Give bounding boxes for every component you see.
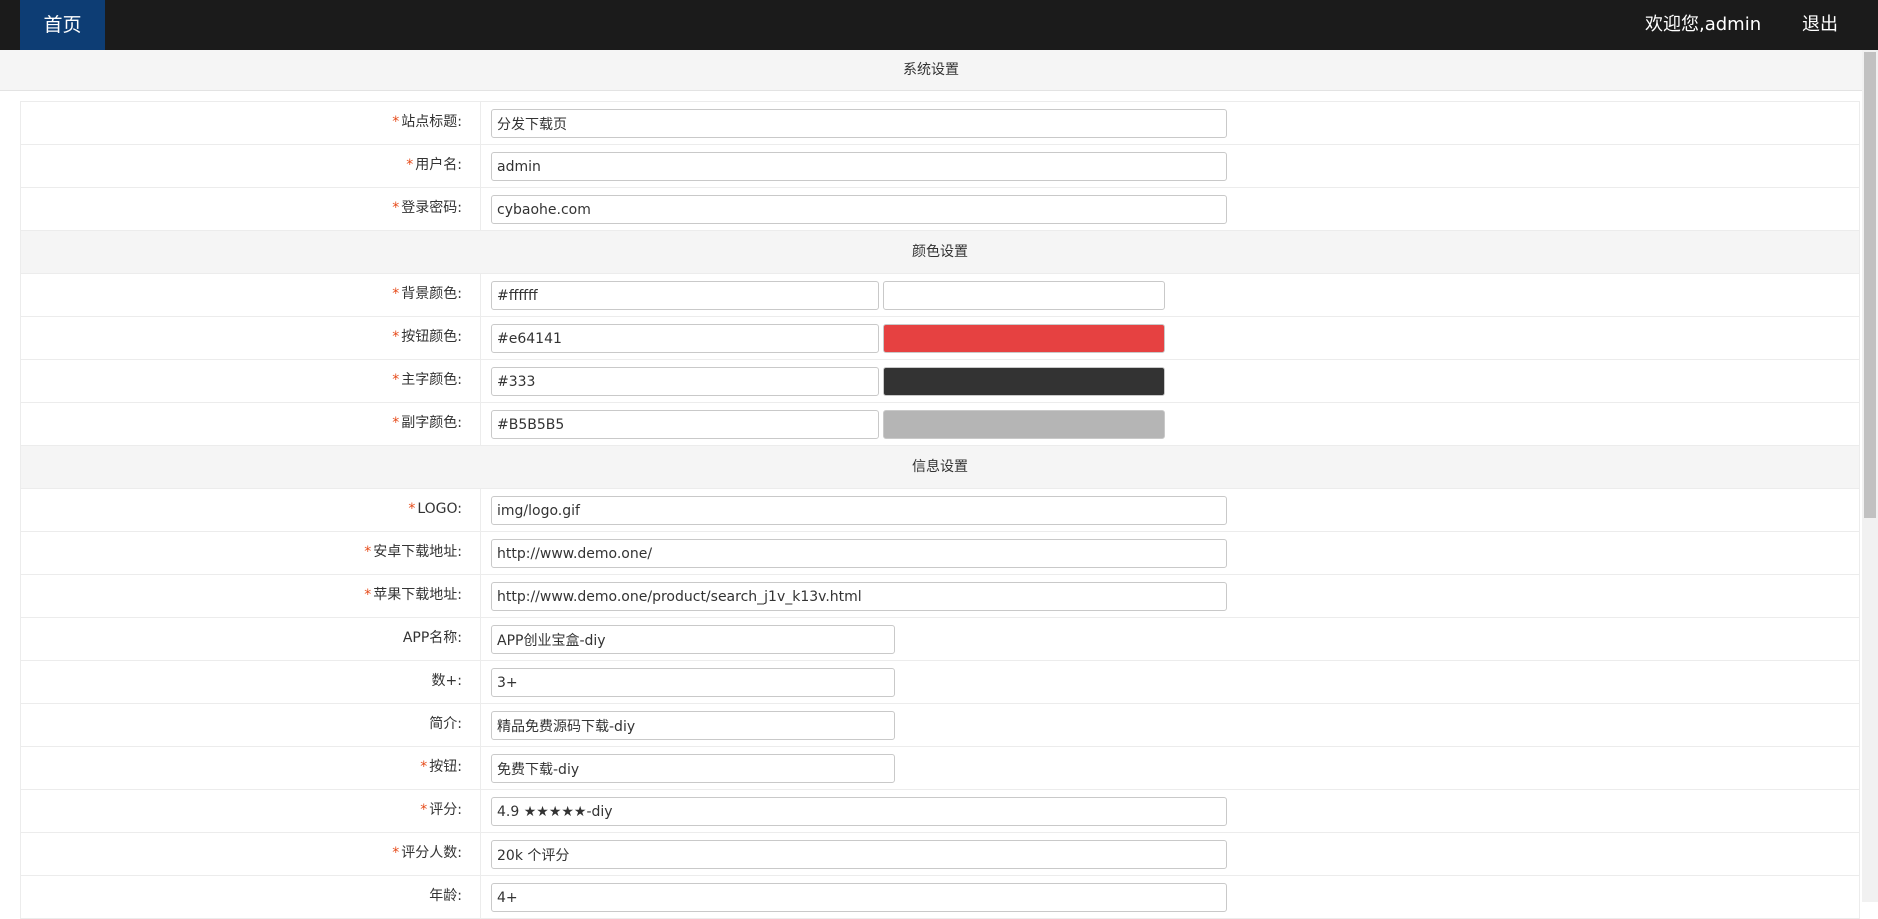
logo-input[interactable] bbox=[491, 496, 1227, 525]
form-row-bg-color: * 背景颜色: bbox=[21, 274, 1859, 317]
ios-url-input[interactable] bbox=[491, 582, 1227, 611]
intro-label: 简介: bbox=[21, 704, 481, 746]
required-mark: * bbox=[392, 329, 400, 345]
form-row-main-text-color: * 主字颜色: bbox=[21, 360, 1859, 403]
form-row-raters: * 评分人数: bbox=[21, 833, 1859, 876]
required-mark: * bbox=[392, 286, 400, 302]
form-row-button-color: * 按钮颜色: bbox=[21, 317, 1859, 360]
info-settings-header: 信息设置 bbox=[21, 446, 1859, 489]
site-title-label: * 站点标题: bbox=[21, 102, 481, 144]
system-settings-header: 系统设置 bbox=[0, 50, 1862, 91]
age-input[interactable] bbox=[491, 883, 1227, 912]
logout-link[interactable]: 退出 bbox=[1802, 0, 1838, 50]
raters-label: * 评分人数: bbox=[21, 833, 481, 875]
required-mark: * bbox=[406, 157, 414, 173]
bg-color-label: * 背景颜色: bbox=[21, 274, 481, 316]
form-row-sub-text-color: * 副字颜色: bbox=[21, 403, 1859, 446]
site-title-input[interactable] bbox=[491, 109, 1227, 138]
required-mark: * bbox=[364, 544, 372, 560]
required-mark: * bbox=[420, 802, 428, 818]
username-label: * 用户名: bbox=[21, 145, 481, 187]
required-mark: * bbox=[408, 501, 416, 517]
intro-input[interactable] bbox=[491, 711, 895, 740]
sub-text-color-label: * 副字颜色: bbox=[21, 403, 481, 445]
app-name-input[interactable] bbox=[491, 625, 895, 654]
password-input[interactable] bbox=[491, 195, 1227, 224]
settings-form: *站点标题: *用户名: *登录密码: 颜色设置 *背景颜色: *按钮颜色: *… bbox=[20, 101, 1860, 919]
form-row-password: * 登录密码: bbox=[21, 188, 1859, 231]
required-mark: * bbox=[392, 114, 400, 130]
count-input[interactable] bbox=[491, 668, 895, 697]
android-url-input[interactable] bbox=[491, 539, 1227, 568]
raters-input[interactable] bbox=[491, 840, 1227, 869]
main-text-color-input[interactable] bbox=[491, 367, 879, 396]
bg-color-input[interactable] bbox=[491, 281, 879, 310]
form-row-button-text: * 按钮: bbox=[21, 747, 1859, 790]
required-mark: * bbox=[364, 587, 372, 603]
ios-url-label: * 苹果下载地址: bbox=[21, 575, 481, 617]
app-name-label: APP名称: bbox=[21, 618, 481, 660]
username-input[interactable] bbox=[491, 152, 1227, 181]
sub-text-color-input[interactable] bbox=[491, 410, 879, 439]
main-text-color-label: * 主字颜色: bbox=[21, 360, 481, 402]
android-url-label: * 安卓下载地址: bbox=[21, 532, 481, 574]
color-settings-header: 颜色设置 bbox=[21, 231, 1859, 274]
required-mark: * bbox=[392, 372, 400, 388]
form-row-app-name: APP名称: bbox=[21, 618, 1859, 661]
form-row-android-url: * 安卓下载地址: bbox=[21, 532, 1859, 575]
form-row-ios-url: * 苹果下载地址: bbox=[21, 575, 1859, 618]
scrollbar-thumb[interactable] bbox=[1864, 52, 1876, 518]
sub-text-color-swatch[interactable] bbox=[883, 410, 1165, 439]
welcome-text: 欢迎您,admin bbox=[1645, 14, 1762, 35]
count-label: 数+: bbox=[21, 661, 481, 703]
required-mark: * bbox=[392, 415, 400, 431]
password-label: * 登录密码: bbox=[21, 188, 481, 230]
top-nav-bar: 首页 欢迎您,admin 退出 bbox=[0, 0, 1878, 50]
form-row-username: * 用户名: bbox=[21, 145, 1859, 188]
button-color-swatch[interactable] bbox=[883, 324, 1165, 353]
form-row-age: 年龄: bbox=[21, 876, 1859, 919]
required-mark: * bbox=[392, 200, 400, 216]
form-row-intro: 简介: bbox=[21, 704, 1859, 747]
rating-input[interactable] bbox=[491, 797, 1227, 826]
page-scrollbar[interactable] bbox=[1862, 50, 1878, 902]
form-row-rating: * 评分: bbox=[21, 790, 1859, 833]
required-mark: * bbox=[420, 759, 428, 775]
button-color-label: * 按钮颜色: bbox=[21, 317, 481, 359]
logo-label: * LOGO: bbox=[21, 489, 481, 531]
required-mark: * bbox=[392, 845, 400, 861]
form-row-site-title: * 站点标题: bbox=[21, 102, 1859, 145]
button-color-input[interactable] bbox=[491, 324, 879, 353]
age-label: 年龄: bbox=[21, 876, 481, 918]
main-text-color-swatch[interactable] bbox=[883, 367, 1165, 396]
button-text-input[interactable] bbox=[491, 754, 895, 783]
bg-color-swatch[interactable] bbox=[883, 281, 1165, 310]
form-row-count: 数+: bbox=[21, 661, 1859, 704]
rating-label: * 评分: bbox=[21, 790, 481, 832]
button-text-label: * 按钮: bbox=[21, 747, 481, 789]
nav-home-tab[interactable]: 首页 bbox=[20, 0, 105, 50]
form-row-logo: * LOGO: bbox=[21, 489, 1859, 532]
